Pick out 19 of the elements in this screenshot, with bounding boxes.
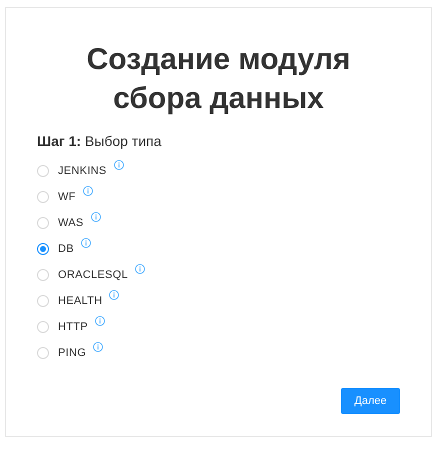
info-icon[interactable] [80,238,91,248]
info-icon[interactable] [90,212,101,222]
page-title: Создание модуля сбора данных [86,42,352,117]
option-label[interactable]: WAS [58,217,84,229]
info-icon[interactable] [134,264,145,274]
option-label[interactable]: ORACLESQL [58,269,128,281]
info-icon[interactable] [114,160,124,170]
info-icon[interactable] [93,342,104,352]
step-label: Шаг 1: Выбор типа [37,132,162,150]
option-label[interactable]: HTTP [58,321,88,333]
option-label[interactable]: JENKINS [58,165,107,177]
option-label[interactable]: HEALTH [58,295,102,307]
radio-button[interactable] [37,243,49,255]
option-label[interactable]: WF [58,191,76,203]
info-icon[interactable] [94,316,105,326]
option-label[interactable]: PING [58,347,86,359]
info-icon[interactable] [109,290,120,300]
info-icon[interactable] [82,186,93,196]
option-label[interactable]: DB [58,243,74,255]
